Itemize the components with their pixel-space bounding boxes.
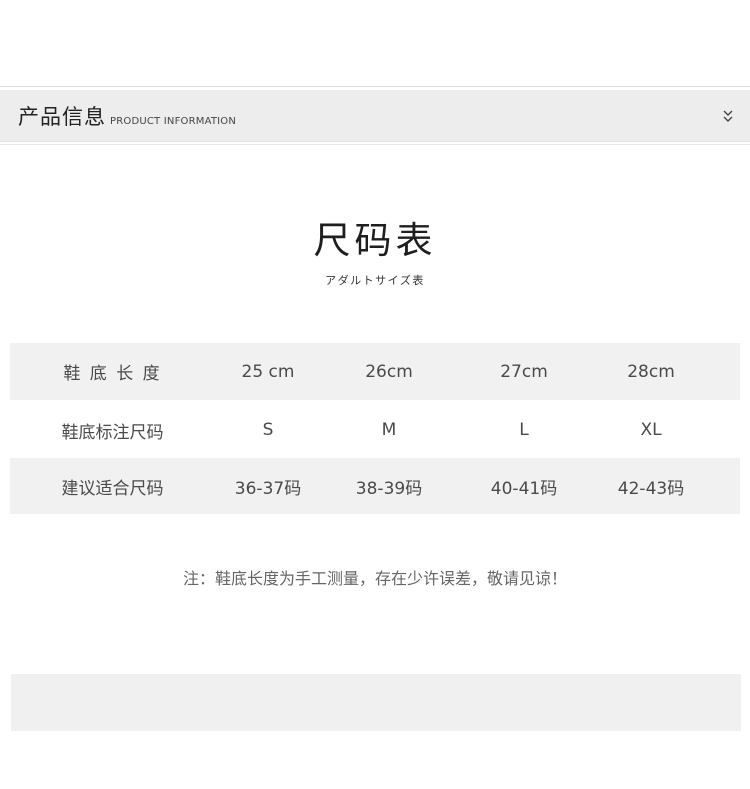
row-label: 鞋 底 长 度	[63, 364, 162, 384]
double-chevron-down-icon[interactable]	[721, 108, 735, 124]
footer-bar	[11, 674, 741, 731]
table-cell: 28cm	[627, 361, 675, 382]
row-label: 建议适合尺码	[61, 478, 164, 499]
table-row: 鞋底标注尺码 S M L XL	[10, 402, 740, 458]
table-cell: M	[381, 420, 397, 440]
table-cell: 38-39码	[355, 478, 423, 499]
top-divider	[0, 86, 750, 87]
table-row: 鞋 底 长 度 25 cm 26cm 27cm 28cm	[10, 343, 740, 400]
row-label: 鞋底标注尺码	[61, 422, 164, 443]
table-cell: L	[519, 420, 529, 440]
section-title-en: PRODUCT INFORMATION	[110, 116, 237, 127]
size-chart-subtitle: アダルトサイズ表	[325, 274, 425, 287]
header-divider	[0, 144, 750, 145]
table-cell: 40-41码	[490, 478, 558, 499]
measurement-note: 注：鞋底长度为手工测量，存在少许误差，敬请见谅！	[182, 569, 567, 588]
table-cell: 26cm	[365, 361, 413, 382]
table-cell: S	[262, 420, 274, 440]
size-chart-title: 尺码表	[313, 219, 437, 262]
table-row: 建议适合尺码 36-37码 38-39码 40-41码 42-43码	[10, 458, 740, 514]
table-cell: 25 cm	[241, 361, 295, 382]
section-title: 产品信息	[18, 105, 106, 129]
table-cell: 27cm	[500, 361, 548, 382]
table-cell: 42-43码	[617, 478, 685, 499]
table-cell: 36-37码	[234, 478, 302, 499]
table-cell: XL	[640, 420, 662, 440]
